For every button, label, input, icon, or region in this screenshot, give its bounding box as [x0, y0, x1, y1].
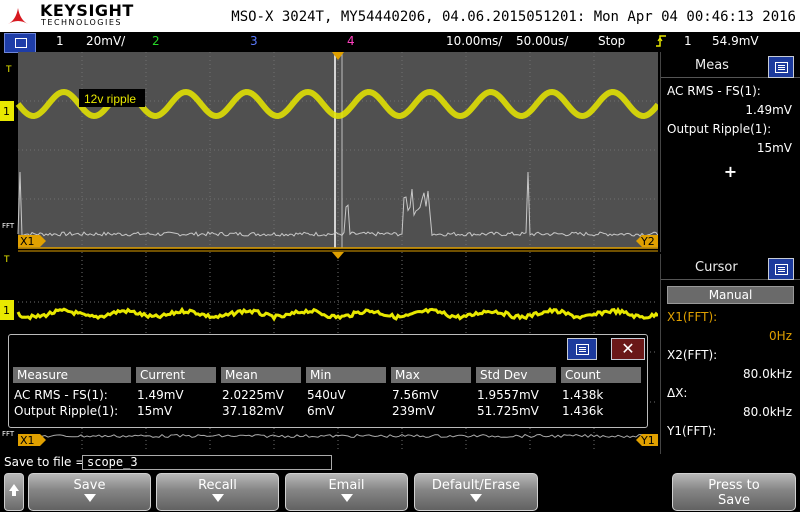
channel-3-number[interactable]: 3 — [250, 34, 258, 48]
save-file-bar: Save to file = scope_3 — [0, 454, 800, 471]
stats-cell: 1.436k — [562, 404, 604, 418]
cursor-x2-value: 80.0kHz — [743, 367, 792, 381]
stats-cell: 540uV — [307, 388, 346, 402]
cursor-menu-button[interactable] — [768, 258, 794, 280]
stats-cell: 37.182mV — [222, 404, 284, 418]
y2-cursor-label: Y2 — [640, 235, 655, 248]
stats-col-header: Measure — [13, 367, 131, 383]
meas-1-label: AC RMS - FS(1): — [667, 84, 761, 98]
x1-cursor-label: X1 — [20, 235, 35, 248]
close-icon[interactable]: ✕ — [611, 338, 645, 360]
menu-icon — [775, 62, 788, 73]
recall-softkey-label: Recall — [198, 478, 237, 493]
channel-1-number[interactable]: 1 — [56, 34, 64, 48]
channel-4-number[interactable]: 4 — [347, 34, 355, 48]
stats-cell: 15mV — [137, 404, 173, 418]
stats-cell: Output Ripple(1): — [14, 404, 119, 418]
trigger-edge-icon — [656, 35, 666, 47]
save-file-name-field[interactable]: scope_3 — [82, 455, 332, 470]
default-erase-softkey[interactable]: Default/Erase — [414, 473, 538, 511]
stats-menu-button[interactable] — [567, 338, 597, 360]
cursor-dx-label: ΔX: — [667, 386, 688, 400]
stats-cell: 1.438k — [562, 388, 604, 402]
save-softkey[interactable]: Save — [28, 473, 151, 511]
default-erase-softkey-label: Default/Erase — [431, 478, 521, 493]
add-measurement-icon[interactable]: + — [661, 162, 800, 181]
sample-rate-value[interactable]: 50.00us/ — [516, 34, 568, 48]
stats-cell: 239mV — [392, 404, 435, 418]
cursor-panel: Cursor Manual X1(FFT): 0Hz X2(FFT): 80.0… — [660, 254, 800, 454]
stats-col-header: Std Dev — [476, 367, 556, 383]
chevron-down-icon — [211, 494, 224, 502]
cursor-x2-label: X2(FFT): — [667, 348, 718, 362]
email-softkey-label: Email — [328, 478, 365, 493]
chevron-down-icon — [340, 494, 353, 502]
chevron-down-icon — [83, 494, 96, 502]
press-to-save-softkey[interactable]: Press to Save — [672, 473, 796, 511]
save-softkey-label: Save — [73, 478, 106, 493]
recall-softkey[interactable]: Recall — [156, 473, 279, 511]
cursor-mode-button[interactable]: Manual — [667, 286, 794, 304]
ch1-marker-label-lower: 1 — [3, 304, 10, 317]
stats-cell: 1.49mV — [137, 388, 184, 402]
trigger-marker-lower: T — [3, 255, 10, 265]
measurement-statistics-box: ✕ Measure Current Mean Min Max Std Dev C… — [8, 334, 648, 428]
stats-cell: 1.9557mV — [477, 388, 539, 402]
timebase-value[interactable]: 10.00ms/ — [446, 34, 502, 48]
press-to-save-label: Save — [718, 493, 750, 508]
stats-col-header: Mean — [221, 367, 301, 383]
keysight-logo-icon — [8, 8, 28, 24]
stats-cell: AC RMS - FS(1): — [14, 388, 108, 402]
meas-2-label: Output Ripple(1): — [667, 122, 772, 136]
fft-marker-lower: FFT — [2, 430, 15, 438]
email-softkey[interactable]: Email — [285, 473, 408, 511]
meas-1-value: 1.49mV — [745, 103, 792, 117]
cursor-dx-value: 80.0kHz — [743, 405, 792, 419]
home-button[interactable] — [4, 33, 36, 53]
fft-marker: FFT — [2, 222, 15, 230]
stats-cell: 51.725mV — [477, 404, 539, 418]
stats-cell: 6mV — [307, 404, 335, 418]
stats-col-header: Min — [306, 367, 386, 383]
stats-cell: 2.0225mV — [222, 388, 284, 402]
stats-col-header: Count — [561, 367, 641, 383]
channel-1-scale[interactable]: 20mV/ — [86, 34, 125, 48]
trigger-level[interactable]: 54.9mV — [712, 34, 759, 48]
menu-icon — [775, 264, 788, 275]
cursor-panel-title: Cursor — [695, 260, 738, 275]
home-icon — [15, 38, 27, 48]
stats-cell: 7.56mV — [392, 388, 439, 402]
cursor-y1-label: Y1(FFT): — [667, 424, 717, 438]
back-up-button[interactable] — [4, 473, 24, 511]
measurement-panel: Meas AC RMS - FS(1): 1.49mV Output Rippl… — [660, 52, 800, 252]
chevron-down-icon — [470, 494, 482, 502]
y1-cursor-label: Y1 — [640, 434, 655, 447]
brand-subtitle: TECHNOLOGIES — [41, 18, 122, 27]
trigger-marker: T — [5, 65, 12, 75]
press-to-label: Press to — [708, 478, 760, 493]
save-file-label: Save to file = — [4, 455, 86, 469]
ch1-marker-label: 1 — [3, 105, 10, 118]
cursor-x1-value: 0Hz — [769, 329, 792, 343]
softkey-bar: Save Recall Email Default/Erase Press to… — [0, 472, 800, 512]
channel-status-bar: 1 20mV/ 2 3 4 10.00ms/ 50.00us/ Stop 1 5… — [0, 32, 800, 52]
instrument-info: MSO-X 3024T, MY54440206, 04.06.201505120… — [231, 9, 796, 25]
trigger-source[interactable]: 1 — [684, 34, 692, 48]
meas-2-value: 15mV — [756, 141, 792, 155]
stats-col-header: Max — [391, 367, 471, 383]
x1-cursor-label-lower: X1 — [20, 434, 35, 447]
up-arrow-stem — [12, 491, 16, 496]
run-state[interactable]: Stop — [598, 34, 625, 48]
meas-menu-button[interactable] — [768, 56, 794, 78]
cursor-x1-label: X1(FFT): — [667, 310, 718, 324]
meas-panel-title: Meas — [695, 58, 729, 73]
stats-col-header: Current — [136, 367, 216, 383]
ripple-label: 12v ripple — [84, 92, 136, 106]
menu-icon — [576, 344, 589, 355]
channel-2-number[interactable]: 2 — [152, 34, 160, 48]
header-bar: KEYSIGHT TECHNOLOGIES MSO-X 3024T, MY544… — [0, 0, 800, 32]
up-arrow-icon — [9, 484, 19, 491]
